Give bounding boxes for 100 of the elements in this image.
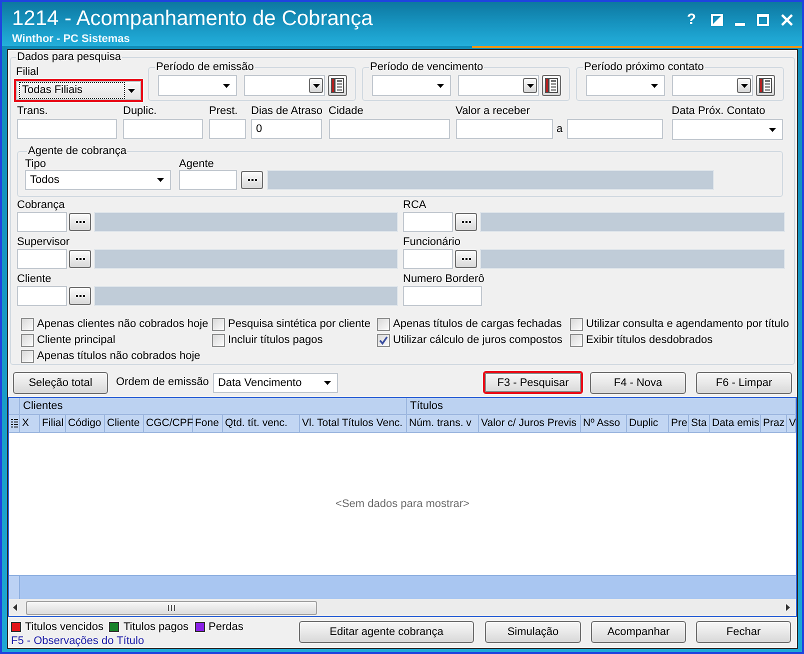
dropdown-button[interactable]	[737, 78, 751, 93]
checkbox[interactable]	[212, 318, 225, 330]
code-field[interactable]	[17, 212, 67, 232]
checkbox-label: Apenas títulos não cobrados hoje	[37, 350, 200, 362]
check-icon	[379, 336, 388, 344]
lookup-button[interactable]	[455, 250, 477, 268]
checkbox[interactable]	[21, 318, 34, 330]
lookup-button[interactable]	[69, 213, 91, 231]
field-label: Valor a receber	[456, 105, 531, 118]
checkbox[interactable]	[377, 334, 390, 346]
dropdown[interactable]	[586, 75, 665, 96]
column-header[interactable]: V	[787, 415, 796, 432]
footer-button[interactable]: Editar agente cobrança	[299, 621, 474, 643]
caret-icon	[223, 84, 230, 88]
column-header[interactable]: Qtd. tít. venc.	[223, 415, 300, 432]
caret-icon	[740, 84, 748, 88]
caret-icon	[768, 128, 776, 132]
group-label: Dados para pesquisa	[16, 51, 122, 64]
lookup-button[interactable]	[455, 213, 477, 231]
text-field[interactable]	[566, 119, 663, 139]
date-field[interactable]	[458, 75, 539, 96]
text-field[interactable]	[403, 286, 482, 306]
column-header[interactable]: Sta	[689, 415, 710, 432]
column-header[interactable]: Filial	[40, 415, 66, 432]
legend-label: Titulos vencidos	[25, 621, 104, 633]
lookup-button[interactable]	[69, 250, 91, 268]
checkbox[interactable]	[570, 318, 583, 330]
maximize-icon[interactable]	[757, 14, 769, 26]
date-field[interactable]	[672, 75, 753, 96]
column-header[interactable]: Fone	[193, 415, 223, 432]
caret-icon	[157, 178, 164, 182]
caret-icon	[437, 84, 444, 88]
lookup-button[interactable]	[69, 287, 91, 305]
action-button[interactable]: F6 - Limpar	[696, 372, 792, 394]
checkbox[interactable]	[21, 334, 34, 346]
empty-message: <Sem dados para mostrar>	[336, 498, 470, 510]
column-header[interactable]: Praz	[761, 415, 787, 432]
column-header[interactable]: CGC/CPF	[144, 415, 193, 432]
field-label: Data Próx. Contato	[672, 105, 766, 118]
action-button[interactable]: F4 - Nova	[590, 372, 686, 394]
text-field[interactable]	[209, 119, 246, 139]
field-label: Prest.	[209, 105, 239, 118]
calendar-button[interactable]	[756, 75, 775, 96]
field-label: RCA	[403, 199, 428, 212]
column-header[interactable]: Núm. trans. v	[407, 415, 479, 432]
text-field[interactable]	[328, 119, 450, 139]
select-all-button[interactable]: Seleção total	[13, 372, 108, 394]
column-header[interactable]: Duplic	[627, 415, 669, 432]
column-header[interactable]: Vl. Total Títulos Venc.	[300, 415, 407, 432]
text-field[interactable]: 0	[251, 119, 322, 139]
lookup-button[interactable]	[241, 171, 263, 189]
code-field[interactable]	[17, 286, 67, 306]
action-button[interactable]: F3 - Pesquisar	[483, 371, 583, 394]
column-header[interactable]: Valor c/ Juros Previs	[479, 415, 581, 432]
dropdown[interactable]: Todos	[25, 170, 171, 190]
footer-button[interactable]: Acompanhar	[591, 621, 686, 643]
dropdown-button[interactable]	[523, 78, 537, 93]
dropdown[interactable]	[372, 75, 451, 96]
band-header: Clientes	[20, 398, 407, 414]
caret-icon	[128, 88, 135, 92]
checkbox[interactable]	[212, 334, 225, 346]
code-field[interactable]	[403, 249, 453, 269]
checkbox-label: Cliente principal	[37, 334, 116, 346]
dropdown[interactable]	[672, 119, 783, 140]
scrollbar-thumb[interactable]	[26, 600, 317, 614]
column-header[interactable]: Cliente	[105, 415, 144, 432]
date-field[interactable]	[244, 75, 325, 96]
contrast-icon[interactable]	[711, 14, 723, 26]
field-label: Cobrança	[17, 199, 66, 212]
help-button[interactable]: ?	[686, 12, 696, 28]
code-field[interactable]	[403, 212, 453, 232]
checkbox[interactable]	[570, 334, 583, 346]
close-icon[interactable]	[781, 14, 793, 26]
checkbox-label: Apenas clientes não cobrados hoje	[37, 318, 208, 330]
code-field[interactable]	[17, 249, 67, 269]
dropdown-button[interactable]	[309, 78, 323, 93]
scroll-right-icon[interactable]	[786, 604, 790, 611]
dropdown[interactable]	[158, 75, 237, 96]
calendar-button[interactable]	[542, 75, 561, 96]
list-icon[interactable]	[10, 419, 18, 428]
column-header[interactable]: Nº Asso	[581, 415, 627, 432]
column-header[interactable]: Data emis	[710, 415, 761, 432]
column-header[interactable]: Código	[66, 415, 105, 432]
branch-dropdown[interactable]: Todas Filiais	[14, 79, 143, 102]
group-label: Período de vencimento	[369, 61, 484, 74]
scroll-left-icon[interactable]	[13, 604, 17, 611]
column-header[interactable]: X	[20, 415, 40, 432]
column-header[interactable]: Pre	[669, 415, 689, 432]
footer-button[interactable]: Fechar	[696, 621, 791, 643]
code-field[interactable]	[179, 170, 237, 190]
field-label: Funcionário	[403, 236, 462, 249]
footer-button[interactable]: Simulação	[485, 621, 581, 643]
calendar-button[interactable]	[328, 75, 347, 96]
checkbox[interactable]	[377, 318, 390, 330]
checkbox[interactable]	[21, 350, 34, 362]
text-field[interactable]	[456, 119, 553, 139]
text-field[interactable]	[123, 119, 203, 139]
dropdown[interactable]: Data Vencimento	[212, 372, 338, 392]
field-label: Supervisor	[17, 236, 71, 249]
text-field[interactable]	[17, 119, 117, 139]
